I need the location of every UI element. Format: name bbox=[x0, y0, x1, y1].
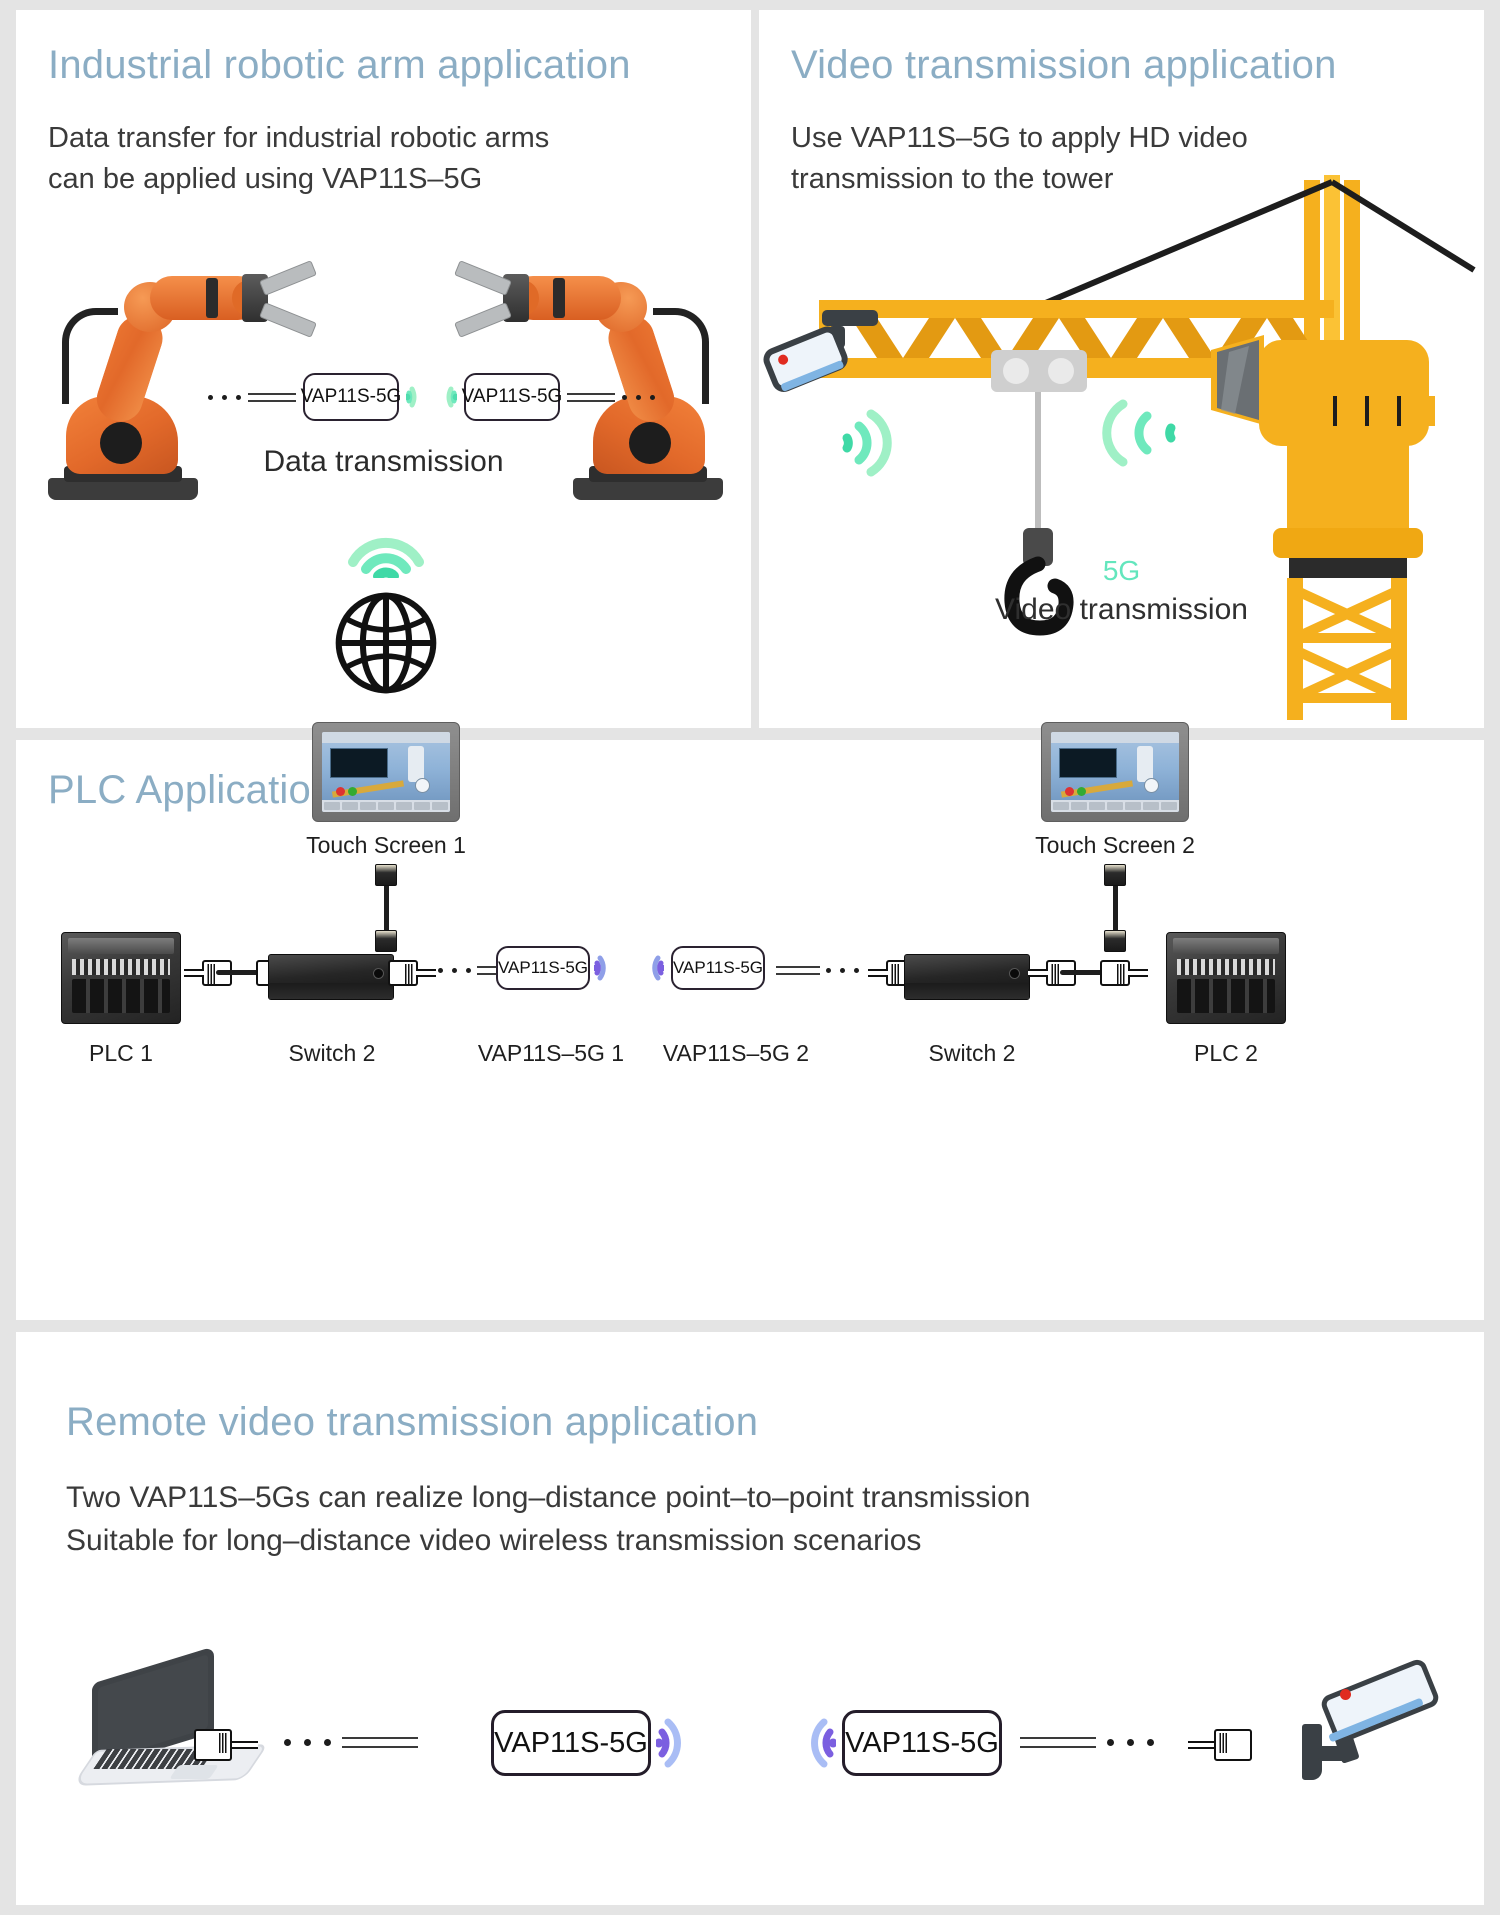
network-switch-left-icon bbox=[268, 954, 394, 1000]
ethernet-cable-right bbox=[1104, 864, 1126, 952]
cctv-camera-remote-icon bbox=[1296, 1656, 1446, 1792]
cable-dots-remote-left bbox=[284, 1739, 331, 1746]
panel-title-plc: PLC Application bbox=[48, 768, 334, 812]
tower-crane-icon bbox=[763, 175, 1476, 720]
video-body-line-1: Use VAP11S–5G to apply HD video bbox=[791, 122, 1248, 154]
link-remote-left bbox=[284, 1737, 418, 1748]
panel-industrial-robotic-arm: Industrial robotic arm application Data … bbox=[16, 10, 751, 728]
label-touch-screen-2: Touch Screen 2 bbox=[1035, 832, 1195, 858]
panel-title-remote: Remote video transmission application bbox=[66, 1400, 759, 1444]
wifi-icon-globe bbox=[348, 537, 424, 578]
cable-dots-plc-right bbox=[826, 968, 859, 973]
laptop-icon bbox=[71, 1646, 269, 1786]
cable-wire-remote-left bbox=[342, 1737, 418, 1748]
rj45-connector-right-c bbox=[1100, 958, 1148, 988]
panel-title-robotic: Industrial robotic arm application bbox=[48, 43, 631, 87]
vap-device-plc-1[interactable]: VAP11S-5G bbox=[496, 946, 590, 990]
label-vap-plc-1: VAP11S–5G 1 bbox=[477, 1040, 625, 1066]
wifi-icon-remote-right bbox=[811, 1718, 836, 1768]
cable-dots-plc-left bbox=[438, 968, 471, 973]
cable-dots-left bbox=[208, 394, 241, 400]
hmi-touch-screen-1-icon bbox=[312, 722, 460, 822]
vap-device-plc-2[interactable]: VAP11S-5G bbox=[671, 946, 765, 990]
wifi-icon-camera bbox=[842, 409, 892, 477]
robotic-diagram: VAP11S-5G VAP11S-5G Data transmission bbox=[16, 240, 751, 500]
badge-5g: 5G bbox=[1102, 555, 1141, 586]
ethernet-cable-left bbox=[375, 864, 397, 952]
robotic-body-line-2: can be applied using VAP11S–5G bbox=[48, 163, 483, 196]
label-vap-plc-2: VAP11S–5G 2 bbox=[662, 1040, 810, 1066]
remote-body-line-1: Two VAP11S–5Gs can realize long–distance… bbox=[66, 1481, 1031, 1514]
cable-dots-right bbox=[622, 394, 655, 400]
cable-dots-remote-right bbox=[1107, 1739, 1154, 1746]
label-plc-2: PLC 2 bbox=[1194, 1040, 1258, 1066]
rj45-connector-left-c bbox=[388, 958, 436, 988]
link-remote-right bbox=[1020, 1737, 1154, 1748]
panel-remote-video-transmission: Remote video transmission application Tw… bbox=[16, 1332, 1484, 1905]
vap-device-right[interactable]: VAP11S-5G bbox=[462, 373, 562, 421]
caption-data-transmission: Data transmission bbox=[263, 445, 504, 478]
link-right-plc bbox=[776, 966, 859, 975]
cable-wire-right bbox=[567, 392, 615, 402]
network-switch-right-icon bbox=[904, 954, 1030, 1000]
rj45-connector-remote-left bbox=[194, 1727, 258, 1765]
link-left-robot: VAP11S-5G bbox=[208, 373, 440, 421]
wifi-icon-plc-left bbox=[594, 955, 606, 981]
label-touch-screen-1: Touch Screen 1 bbox=[306, 832, 466, 858]
cable-wire-remote-right bbox=[1020, 1737, 1096, 1748]
wifi-icon-right bbox=[446, 386, 457, 408]
globe-icon bbox=[335, 592, 437, 694]
panel-plc-application: PLC Application Touch Screen 1 PLC 1 Swi… bbox=[16, 722, 1484, 1320]
plc-unit-2-icon bbox=[1166, 932, 1286, 1024]
label-plc-1: PLC 1 bbox=[89, 1040, 153, 1066]
wifi-icon-plc-right bbox=[652, 955, 664, 981]
hmi-touch-screen-2-icon bbox=[1041, 722, 1189, 822]
cable-wire-left bbox=[248, 392, 296, 402]
plc-unit-1-icon bbox=[61, 932, 181, 1024]
robotic-body-line-1: Data transfer for industrial robotic arm… bbox=[48, 122, 550, 154]
label-switch-right: Switch 2 bbox=[928, 1040, 1016, 1066]
panel-title-video: Video transmission application bbox=[791, 43, 1337, 87]
cable-wire-plc-right bbox=[776, 966, 820, 975]
vap-device-remote-left[interactable]: VAP11S-5G bbox=[491, 1710, 651, 1776]
vap-device-left[interactable]: VAP11S-5G bbox=[301, 373, 401, 421]
wifi-icon-crane bbox=[1102, 399, 1176, 467]
caption-video-transmission: Video transmission bbox=[995, 593, 1248, 626]
link-right-robot: VAP11S-5G bbox=[423, 373, 655, 421]
panel-video-transmission: Video transmission application Use VAP11… bbox=[759, 10, 1484, 728]
vap-device-remote-right[interactable]: VAP11S-5G bbox=[842, 1710, 1002, 1776]
remote-body-line-2: Suitable for long–distance video wireles… bbox=[66, 1523, 922, 1557]
label-switch-left: Switch 2 bbox=[288, 1040, 376, 1066]
wifi-icon-remote-left bbox=[656, 1718, 681, 1768]
panel-body-robotic: Data transfer for industrial robotic arm… bbox=[48, 118, 549, 200]
panel-body-remote: Two VAP11S–5Gs can realize long–distance… bbox=[66, 1477, 1030, 1562]
rj45-connector-remote-right bbox=[1188, 1727, 1252, 1765]
